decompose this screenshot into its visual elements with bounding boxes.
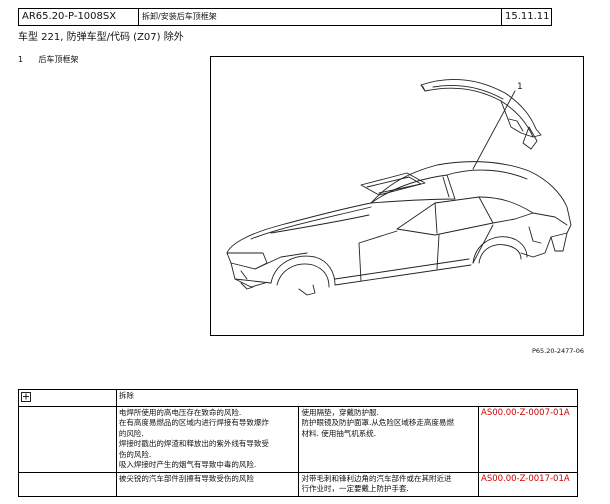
- measure-text: 行作业时，一定要戴上防护手套.: [301, 484, 409, 493]
- reference-link[interactable]: AS00.00-Z-0017-01A: [481, 474, 570, 484]
- risk-text: 伤的风险.: [118, 449, 152, 459]
- table-row: 电焊所使用的高电压存在致命的风险. 在有高度易燃品的区域内进行焊接有导致爆炸 的…: [18, 405, 578, 473]
- risk-text: 吸入焊接时产生的烟气有导致中毒的风险.: [118, 460, 257, 469]
- model-line: 车型 221, 防弹车型/代码 (Z07) 除外: [18, 32, 184, 43]
- document-title: 拆卸/安装后车顶框架: [139, 9, 502, 25]
- risk-cell: 被尖锐的汽车部件刮擦有导致受伤的风险: [115, 471, 300, 497]
- document-id: AR65.20-P-1008SX: [19, 9, 139, 25]
- risk-text: 在有高度易燃品的区域内进行焊接有导致爆炸: [118, 418, 269, 427]
- measure-text: 材料. 使用抽气机系统.: [301, 428, 377, 438]
- measure-text: 使用隔垫，穿戴防护服.: [301, 407, 379, 417]
- car-body: [226, 161, 572, 296]
- table-header-row: 拆除: [18, 389, 579, 407]
- hazard-table: 拆除 电焊所使用的高电压存在致命的风险. 在有高度易燃品的区域内进行焊接有导致爆…: [18, 389, 579, 497]
- reference-cell: AS00.00-Z-0007-01A: [478, 405, 578, 473]
- risk-text: 电焊所使用的高电压存在致命的风险.: [118, 407, 242, 417]
- measure-text: 对带毛刺和锋利边角的汽车部件或在其附近进: [301, 473, 452, 483]
- risk-text: 焊接时戳出的焊渣和释放出的紫外线有导致受: [118, 439, 269, 448]
- risk-cell: 电焊所使用的高电压存在致命的风险. 在有高度易燃品的区域内进行焊接有导致爆炸 的…: [115, 405, 300, 473]
- table-row: 被尖锐的汽车部件刮擦有导致受伤的风险 对带毛刺和锋利边角的汽车部件或在其附近进 …: [18, 471, 578, 497]
- reference-cell: AS00.00-Z-0017-01A: [478, 471, 578, 497]
- item-label: 后车顶框架: [38, 55, 79, 64]
- risk-text: 的风险.: [118, 428, 144, 438]
- item-row: 1 后车顶框架: [18, 54, 79, 65]
- measure-cell: 使用隔垫，穿戴防护服. 防护眼镜及防护面罩.从危险区域移走高度易燃 材料. 使用…: [298, 405, 479, 473]
- callout-number: 1: [517, 82, 523, 92]
- reference-link[interactable]: AS00.00-Z-0007-01A: [481, 408, 570, 418]
- car-illustration-figure: 1: [210, 56, 584, 336]
- document-date: 15.11.11: [505, 11, 550, 22]
- table-header-label: 拆除: [115, 389, 579, 407]
- item-number: 1: [18, 55, 24, 64]
- document-header: AR65.20-P-1008SX 拆卸/安装后车顶框架 15.11.11: [18, 8, 552, 26]
- risk-text: 被尖锐的汽车部件刮擦有导致受伤的风险: [118, 473, 254, 483]
- figure-code: P65.20-2477-06: [532, 347, 585, 355]
- measure-text: 防护眼镜及防护面罩.从危险区域移走高度易燃: [301, 418, 454, 427]
- callout-leader-line: [472, 90, 516, 170]
- car-illustration: 1: [226, 79, 572, 296]
- table-empty-cell: [18, 405, 117, 473]
- measure-cell: 对带毛刺和锋利边角的汽车部件或在其附近进 行作业时，一定要戴上防护手套.: [298, 471, 479, 497]
- table-empty-cell: [18, 471, 117, 497]
- rear-roof-frame-part: [420, 79, 542, 150]
- table-header-icon-cell: [18, 389, 117, 407]
- expand-icon[interactable]: [21, 392, 31, 402]
